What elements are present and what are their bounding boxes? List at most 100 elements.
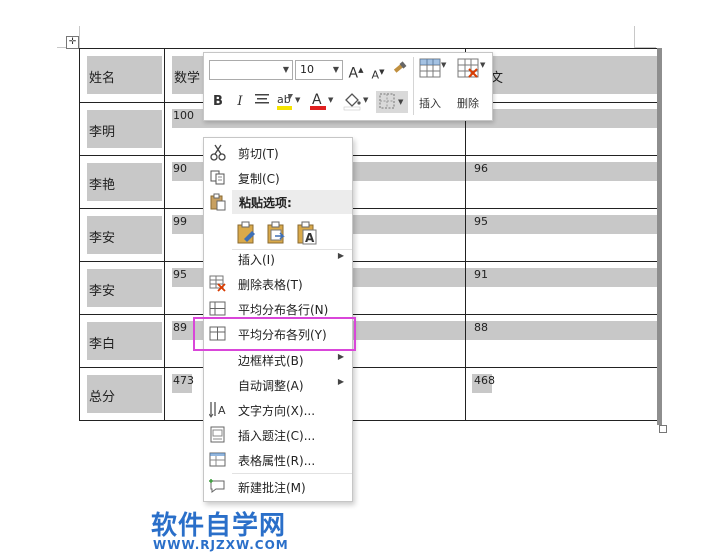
table-cell[interactable]: 总分 [79,367,165,421]
menu-item-label: 边框样式(B) [238,354,304,368]
table-row: 李安 95 91 [79,261,658,315]
chevron-down-icon: ▼ [332,65,339,74]
paste-options-header: 粘贴选项: [232,190,352,214]
table-resize-handle-icon[interactable] [659,425,667,433]
keep-source-formatting-icon[interactable] [236,221,258,245]
font-color-button[interactable]: A ▼ [309,91,335,117]
menu-item-label: 自动调整(A) [238,379,304,393]
font-name-combo[interactable]: ▼ [209,60,293,80]
annotation-highlight-box [193,317,356,351]
header-math: 数学 [174,71,201,86]
menu-item-label: 复制(C) [238,172,280,186]
insert-caption-icon [210,426,225,443]
menu-item-autofit[interactable]: 自动调整(A) ▶ [204,372,352,397]
new-comment-icon [209,479,225,493]
font-size-combo[interactable]: 10 ▼ [295,60,343,80]
table-cell[interactable]: 91 [465,261,658,315]
table-cell[interactable]: 96 [465,155,658,209]
paste-icon [210,193,226,211]
table-insert-icon: ▼ [419,58,447,78]
submenu-arrow-icon: ▶ [337,377,344,386]
row-name: 李白 [89,337,116,352]
highlighter-icon: ab ▼ [277,93,301,110]
italic-button[interactable]: I [233,93,247,111]
svg-text:A: A [305,231,315,245]
margin-mark-right-vertical [634,26,635,48]
delete-table-icon [209,275,226,292]
table-cell[interactable]: 李白 [79,314,165,368]
format-painter-icon [393,61,407,73]
row-score-chinese: 95 [474,215,488,228]
shading-button[interactable]: ▼ [342,91,370,117]
grow-font-button[interactable]: A▲ [348,61,364,83]
table-cell[interactable]: 李艳 [79,155,165,209]
bold-icon: B [213,94,223,109]
shrink-font-icon: A [371,68,380,82]
menu-item-label: 平均分布各行(N) [238,303,329,317]
table-cell[interactable]: 95 [465,208,658,262]
table-cell[interactable] [465,102,658,156]
row-score-math: 99 [173,215,187,228]
table-row: 李艳 90 96 [79,155,658,209]
mini-toolbar: ▼ 10 ▼ A▲ A▼ B I ab ▼ A ▼ ▼ ▼ ▼ 插入 ▼ 删除 [203,52,493,121]
table-row-total: 总分 473 468 [79,367,658,421]
menu-item-copy[interactable]: 复制(C) [204,165,352,190]
copy-icon [210,170,225,185]
menu-item-label: 剪切(T) [238,147,279,161]
bold-button[interactable]: B [211,93,225,111]
menu-item-new-comment[interactable]: 新建批注(M) [204,474,352,499]
svg-text:▼: ▼ [363,96,369,104]
table-cell[interactable]: 李安 [79,208,165,262]
row-score-math: 90 [173,162,187,175]
row-score-math: 100 [173,109,194,122]
menu-item-label: 新建批注(M) [238,481,306,495]
menu-item-cut[interactable]: 剪切(T) [204,140,352,165]
toolbar-separator [413,57,414,115]
distribute-rows-icon [209,301,226,316]
table-row: 李安 99 95 [79,208,658,262]
borders-button[interactable]: ▼ [376,91,408,113]
svg-text:▼: ▼ [398,98,404,106]
insert-label: 插入 [419,97,441,110]
keep-text-only-icon[interactable]: A [296,221,318,245]
table-cell[interactable]: 李安 [79,261,165,315]
submenu-arrow-icon: ▶ [337,251,344,260]
font-size-value: 10 [300,63,314,76]
row-name: 李安 [89,284,116,299]
align-center-button[interactable] [254,93,270,111]
row-score-chinese: 91 [474,268,488,281]
menu-item-table-properties[interactable]: 表格属性(R)... [204,447,352,472]
format-painter-button[interactable] [392,60,408,82]
menu-item-label: 表格属性(R)... [238,454,316,468]
table-cell[interactable]: 88 [465,314,658,368]
row-score-chinese: 96 [474,162,488,175]
menu-item-label: 删除表格(T) [238,278,303,292]
table-cell[interactable]: 468 [465,367,658,421]
svg-text:▼: ▼ [295,96,301,104]
row-name: 总分 [89,390,116,405]
svg-text:▼: ▼ [328,96,334,104]
highlight-button[interactable]: ab ▼ [276,91,302,117]
row-score-math: 95 [173,268,187,281]
chevron-down-icon: ▼ [282,65,289,74]
menu-item-label: 文字方向(X)... [238,404,316,418]
menu-item-insert-caption[interactable]: 插入题注(C)... [204,422,352,447]
row-score-math: 473 [173,374,194,387]
menu-item-insert[interactable]: 插入(I) ▶ [204,246,352,271]
watermark-url: WWW.RJZXW.COM [153,538,289,552]
text-direction-icon: A [209,402,226,418]
table-cell[interactable]: 姓名 [79,48,165,103]
table-cell[interactable]: 李明 [79,102,165,156]
row-name: 李艳 [89,178,116,193]
menu-item-delete-table[interactable]: 删除表格(T) [204,271,352,296]
menu-item-text-direction[interactable]: A 文字方向(X)... [204,397,352,422]
merge-formatting-icon[interactable] [266,221,288,245]
grow-font-icon: A [348,65,359,82]
align-center-icon [255,94,269,104]
table-cell[interactable]: 文 [465,48,658,103]
svg-text:A: A [312,92,322,108]
menu-item-label: 插入题注(C)... [238,429,316,443]
svg-text:▼: ▼ [441,61,447,69]
shrink-font-button[interactable]: A▼ [370,63,386,85]
table-move-handle-icon[interactable]: ✛ [66,36,79,49]
